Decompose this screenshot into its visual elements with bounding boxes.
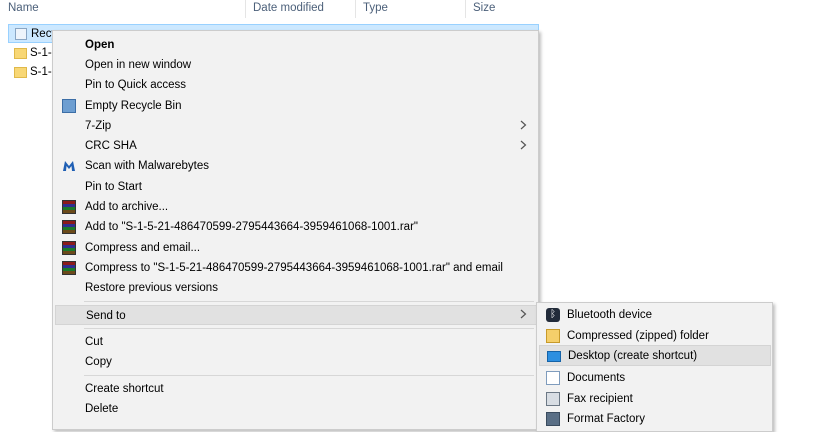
menu-item-label: Send to: [86, 310, 126, 322]
chevron-right-icon: [520, 140, 527, 150]
submenu-item-label: Documents: [567, 372, 626, 384]
recycle-bin-icon: [15, 28, 27, 40]
menu-item-send-to[interactable]: Send to: [55, 305, 537, 325]
menu-item-delete[interactable]: Delete: [54, 399, 537, 419]
menu-item-label: Restore previous versions: [85, 282, 218, 294]
send-to-bluetooth-device[interactable]: ᛒ Bluetooth device: [538, 305, 771, 326]
submenu-item-label: Fax recipient: [567, 393, 633, 405]
menu-item-restore-previous-versions[interactable]: Restore previous versions: [54, 278, 537, 298]
menu-item-add-to-rar[interactable]: Add to "S-1-5-21-486470599-2795443664-39…: [54, 217, 537, 237]
menu-item-7-zip[interactable]: 7-Zip: [54, 116, 537, 136]
menu-item-open[interactable]: Open: [54, 35, 537, 55]
column-header-size[interactable]: Size: [465, 0, 545, 18]
menu-item-label: Open in new window: [85, 59, 192, 71]
folder-icon: [14, 48, 27, 59]
folder-icon: [14, 67, 27, 78]
menu-item-add-to-archive[interactable]: Add to archive...: [54, 197, 537, 217]
menu-item-scan-with-malwarebytes[interactable]: Scan with Malwarebytes: [54, 156, 537, 176]
menu-item-compress-and-email[interactable]: Compress and email...: [54, 238, 537, 258]
column-header-name[interactable]: Name: [0, 0, 245, 18]
menu-separator: [84, 301, 534, 302]
menu-item-label: Cut: [85, 336, 103, 348]
column-header-row: Name Date modified Type Size: [0, 0, 839, 18]
column-header-type[interactable]: Type: [355, 0, 465, 18]
winrar-icon: [62, 261, 76, 275]
format-factory-icon: [546, 412, 560, 426]
menu-item-cut[interactable]: Cut: [54, 332, 537, 352]
menu-item-pin-to-quick-access[interactable]: Pin to Quick access: [54, 75, 537, 95]
send-to-fax-recipient[interactable]: Fax recipient: [538, 389, 771, 410]
send-to-documents[interactable]: Documents: [538, 368, 771, 389]
menu-item-label: Compress and email...: [85, 242, 201, 254]
submenu-item-label: Bluetooth device: [567, 309, 653, 321]
menu-separator: [84, 375, 534, 376]
menu-item-label: CRC SHA: [85, 140, 137, 152]
file-name: S-1-: [30, 47, 52, 59]
winrar-icon: [62, 220, 76, 234]
menu-item-create-shortcut[interactable]: Create shortcut: [54, 379, 537, 399]
file-name: S-1-: [30, 66, 52, 78]
send-to-desktop[interactable]: Desktop (create shortcut): [539, 345, 771, 366]
send-to-compressed-folder[interactable]: Compressed (zipped) folder: [538, 326, 771, 347]
menu-item-open-in-new-window[interactable]: Open in new window: [54, 55, 537, 75]
menu-item-label: Empty Recycle Bin: [85, 100, 182, 112]
submenu-item-label: Compressed (zipped) folder: [567, 330, 709, 342]
menu-item-label: Pin to Quick access: [85, 79, 186, 91]
menu-item-label: Delete: [85, 403, 119, 415]
send-to-submenu: ᛒ Bluetooth device Compressed (zipped) f…: [536, 302, 773, 432]
desktop-icon: [547, 351, 561, 362]
winrar-icon: [62, 200, 76, 214]
menu-item-label: Open: [85, 39, 115, 51]
chevron-right-icon: [520, 120, 527, 130]
malwarebytes-icon: [63, 161, 75, 171]
menu-item-label: Add to "S-1-5-21-486470599-2795443664-39…: [85, 221, 418, 233]
menu-item-label: Compress to "S-1-5-21-486470599-27954436…: [85, 262, 503, 274]
menu-item-pin-to-start[interactable]: Pin to Start: [54, 177, 537, 197]
submenu-item-label: Desktop (create shortcut): [568, 350, 698, 362]
menu-item-empty-recycle-bin[interactable]: Empty Recycle Bin: [54, 96, 537, 116]
menu-item-label: Create shortcut: [85, 383, 164, 395]
menu-separator: [84, 328, 534, 329]
winrar-icon: [62, 241, 76, 255]
context-menu: Open Open in new window Pin to Quick acc…: [52, 30, 539, 430]
fax-icon: [546, 392, 560, 406]
menu-item-copy[interactable]: Copy: [54, 352, 537, 372]
bluetooth-icon: ᛒ: [546, 308, 560, 322]
chevron-right-icon: [520, 309, 527, 319]
menu-item-label: Copy: [85, 356, 112, 368]
column-header-date-modified[interactable]: Date modified: [245, 0, 355, 18]
menu-item-label: Add to archive...: [85, 201, 169, 213]
menu-item-label: Scan with Malwarebytes: [85, 160, 209, 172]
documents-icon: [546, 371, 560, 385]
menu-item-label: 7-Zip: [85, 120, 112, 132]
zip-folder-icon: [546, 329, 560, 343]
menu-item-compress-to-rar-and-email[interactable]: Compress to "S-1-5-21-486470599-27954436…: [54, 258, 537, 278]
menu-item-crc-sha[interactable]: CRC SHA: [54, 136, 537, 156]
recycle-bin-icon: [62, 99, 76, 113]
menu-item-label: Pin to Start: [85, 181, 142, 193]
